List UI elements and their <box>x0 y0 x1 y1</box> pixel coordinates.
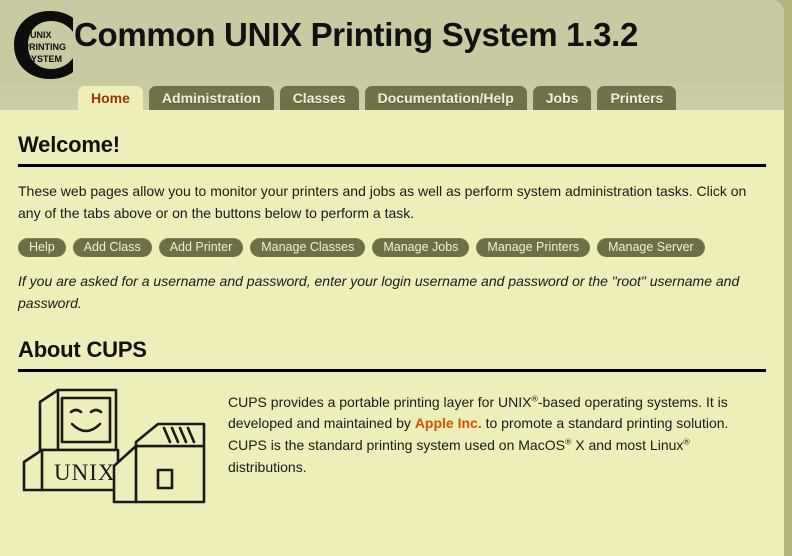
tab-printers[interactable]: Printers <box>597 86 677 110</box>
page-header: UNIX PRINTING SYSTEM Common UNIX Printin… <box>0 0 784 110</box>
welcome-paragraph: These web pages allow you to monitor you… <box>18 183 747 221</box>
about-text-part4: X and most Linux <box>571 437 684 454</box>
tab-jobs[interactable]: Jobs <box>532 86 592 110</box>
help-button[interactable]: Help <box>18 238 66 258</box>
page-title: Common UNIX Printing System 1.3.2 <box>74 16 639 53</box>
welcome-divider <box>18 164 766 167</box>
tab-home[interactable]: Home <box>78 86 143 110</box>
svg-text:SYSTEM: SYSTEM <box>25 54 62 64</box>
linux-registered-mark: ® <box>683 436 690 447</box>
svg-text:PRINTING: PRINTING <box>23 42 66 52</box>
svg-text:UNIX: UNIX <box>30 30 52 40</box>
svg-text:UNIX: UNIX <box>54 460 116 485</box>
about-heading: About CUPS <box>18 336 147 362</box>
about-text-part5: distributions. <box>228 458 307 475</box>
add-printer-button[interactable]: Add Printer <box>158 238 244 258</box>
about-section: UNIX CUPS provides a portable printing l… <box>18 384 766 512</box>
about-divider <box>18 368 766 372</box>
about-text-part1: CUPS provides a portable printing layer … <box>228 393 532 410</box>
apple-inc-link[interactable]: Apple Inc. <box>415 415 482 431</box>
unix-computer-printer-icon: UNIX <box>18 384 214 512</box>
tab-classes[interactable]: Classes <box>279 86 359 110</box>
navigation-tabs: Home Administration Classes Documentatio… <box>78 84 677 110</box>
manage-printers-button[interactable]: Manage Printers <box>476 238 591 258</box>
main-content: Welcome! These web pages allow you to mo… <box>0 110 784 556</box>
manage-server-button[interactable]: Manage Server <box>597 238 705 258</box>
add-class-button[interactable]: Add Class <box>72 238 152 258</box>
manage-classes-button[interactable]: Manage Classes <box>250 238 366 258</box>
about-text-block: CUPS provides a portable printing layer … <box>228 384 766 479</box>
manage-jobs-button[interactable]: Manage Jobs <box>372 238 470 258</box>
welcome-heading: Welcome! <box>18 132 120 157</box>
login-note: If you are asked for a username and pass… <box>18 273 740 312</box>
cups-logo-icon: UNIX PRINTING SYSTEM <box>10 8 76 82</box>
tab-administration[interactable]: Administration <box>148 86 274 110</box>
cups-web-page: UNIX PRINTING SYSTEM Common UNIX Printin… <box>0 0 792 556</box>
tab-documentation-help[interactable]: Documentation/Help <box>364 86 527 110</box>
action-button-row: Help Add Class Add Printer Manage Classe… <box>18 238 766 258</box>
